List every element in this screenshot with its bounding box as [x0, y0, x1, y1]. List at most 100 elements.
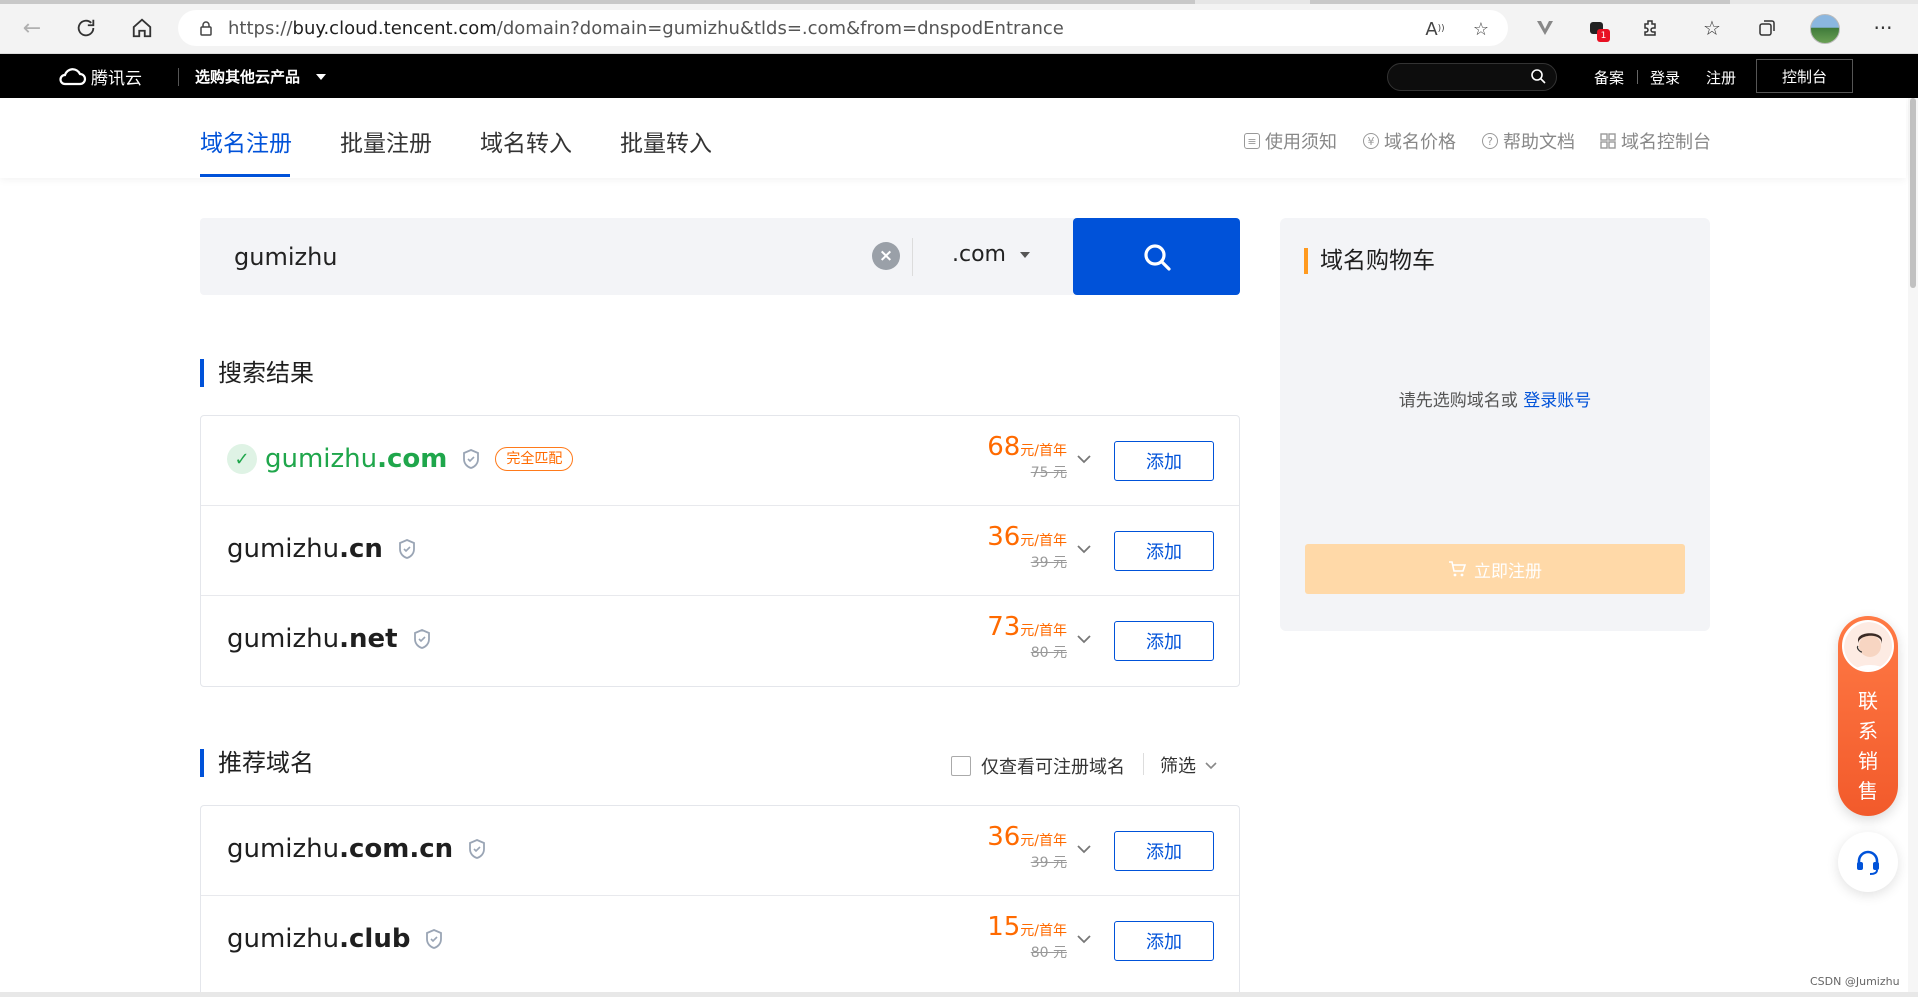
extensions-icon[interactable] [1634, 12, 1668, 44]
domain-search-bar: × .com [200, 218, 1240, 295]
profile-avatar[interactable] [1810, 14, 1840, 44]
checkbox[interactable] [951, 756, 971, 776]
read-aloud-icon[interactable]: A)) [1422, 16, 1448, 42]
shield-icon[interactable] [412, 628, 432, 650]
add-button[interactable]: 添加 [1114, 921, 1214, 961]
shield-icon[interactable] [397, 538, 417, 560]
top-search-input[interactable] [1387, 63, 1557, 91]
domain-search-input[interactable] [232, 242, 752, 272]
contact-sales-widget[interactable]: 联系销售 [1838, 616, 1898, 816]
price: 36元/首年 39 元 [977, 522, 1067, 572]
home-icon[interactable] [124, 12, 160, 44]
help-icon: ? [1482, 133, 1498, 149]
link-usage-notes[interactable]: ≡ 使用须知 [1244, 128, 1337, 154]
customer-support-button[interactable] [1838, 832, 1898, 892]
headset-icon [1857, 850, 1879, 875]
products-label: 选购其他云产品 [195, 68, 301, 86]
register-now-button[interactable]: 立即注册 [1305, 544, 1685, 594]
nav-link-login[interactable]: 登录 [1650, 67, 1680, 88]
filter-dropdown[interactable]: 筛选 [1160, 752, 1218, 778]
cart-icon [1449, 561, 1466, 577]
tab-bulk-transfer[interactable]: 批量转入 [620, 124, 712, 158]
chevron-down-icon[interactable] [1075, 840, 1093, 858]
search-divider [912, 238, 913, 276]
chevron-down-icon[interactable] [1075, 630, 1093, 648]
filter-label: 筛选 [1160, 756, 1196, 777]
link-help-docs[interactable]: ? 帮助文档 [1482, 128, 1575, 154]
price-value: 15 [987, 912, 1021, 942]
products-menu[interactable]: 选购其他云产品 [195, 66, 327, 87]
console-button[interactable]: 控制台 [1756, 59, 1853, 93]
yen-icon: ¥ [1363, 133, 1379, 149]
search-results-list: ✓ gumizhu .com 完全匹配 68元/首年 75 元 添加 gumizh… [200, 415, 1240, 687]
url-text: https://buy.cloud.tencent.com/domain?dom… [228, 17, 1064, 39]
recommended-title: 推荐域名 [200, 749, 314, 777]
browser-tab-2[interactable] [1310, 0, 1730, 4]
domain-tld: .cn [339, 534, 383, 564]
clear-icon[interactable]: × [872, 242, 900, 270]
checkbox-label: 仅查看可注册域名 [981, 757, 1125, 778]
back-icon[interactable]: ← [14, 12, 50, 44]
sales-avatar [1842, 620, 1894, 672]
favorites-icon[interactable]: ☆ [1695, 12, 1729, 44]
refresh-icon[interactable] [68, 12, 104, 44]
login-account-link[interactable]: 登录账号 [1523, 391, 1591, 411]
add-button[interactable]: 添加 [1114, 441, 1214, 481]
tencent-cloud-logo[interactable]: 腾讯云 [57, 64, 142, 89]
link-domain-price[interactable]: ¥ 域名价格 [1363, 128, 1456, 154]
collections-icon[interactable] [1750, 12, 1784, 44]
page-bottom-edge [0, 992, 1918, 997]
browser-tab[interactable] [0, 0, 1195, 4]
tab-domain-transfer[interactable]: 域名转入 [480, 124, 572, 158]
watermark: CSDN @Jumizhu [1810, 975, 1900, 988]
address-bar[interactable]: https://buy.cloud.tencent.com/domain?dom… [178, 10, 1508, 46]
chevron-down-icon [1205, 762, 1217, 770]
chevron-down-icon[interactable] [1075, 540, 1093, 558]
extension-v-icon[interactable] [1528, 12, 1562, 44]
domain-name: gumizhu .club [227, 924, 444, 954]
original-price: 80 元 [1030, 945, 1067, 961]
recommended-list: gumizhu .com.cn 36元/首年 39 元 添加 gumizhu .cl… [200, 805, 1240, 992]
price-value: 36 [987, 822, 1021, 852]
result-row: gumizhu .net 73元/首年 80 元 添加 [201, 596, 1239, 686]
domain-tld: .net [339, 624, 398, 654]
original-price: 75 元 [1030, 465, 1067, 481]
grid-icon [1600, 133, 1616, 149]
domain-base: gumizhu [265, 444, 378, 474]
domain-base: gumizhu [227, 534, 340, 564]
shield-icon[interactable] [424, 928, 444, 950]
more-menu-icon[interactable]: ··· [1866, 12, 1900, 44]
domain-base: gumizhu [227, 624, 340, 654]
search-results-title: 搜索结果 [200, 359, 314, 387]
active-tab-indicator [200, 174, 290, 177]
chevron-down-icon[interactable] [1075, 450, 1093, 468]
search-button[interactable] [1073, 218, 1240, 295]
add-button[interactable]: 添加 [1114, 621, 1214, 661]
link-domain-console[interactable]: 域名控制台 [1600, 128, 1711, 154]
only-available-filter[interactable]: 仅查看可注册域名 [951, 753, 1125, 779]
tab-bulk-register[interactable]: 批量注册 [340, 124, 432, 158]
shield-icon[interactable] [467, 838, 487, 860]
result-row: gumizhu .com.cn 36元/首年 39 元 添加 [201, 806, 1239, 896]
price-unit: 元/首年 [1020, 623, 1067, 639]
chevron-down-icon[interactable] [1075, 930, 1093, 948]
add-button[interactable]: 添加 [1114, 831, 1214, 871]
price-unit: 元/首年 [1020, 923, 1067, 939]
scrollbar-thumb[interactable] [1910, 98, 1916, 288]
price: 36元/首年 39 元 [977, 822, 1067, 872]
cart-empty-text: 请先选购域名或 [1398, 391, 1518, 411]
shield-icon[interactable] [461, 448, 481, 470]
domain-name: gumizhu .net [227, 624, 432, 654]
nav-link-register[interactable]: 注册 [1706, 67, 1736, 88]
nav-link-beian[interactable]: 备案 [1594, 67, 1624, 88]
tld-select[interactable]: .com [952, 242, 1030, 267]
tab-domain-register[interactable]: 域名注册 [200, 124, 292, 158]
add-button[interactable]: 添加 [1114, 531, 1214, 571]
search-icon[interactable] [1530, 68, 1546, 88]
caret-down-icon [316, 73, 327, 80]
domain-name: gumizhu .cn [227, 534, 417, 564]
exact-match-badge: 完全匹配 [495, 447, 574, 471]
add-favorite-icon[interactable]: ☆ [1468, 16, 1494, 42]
original-price: 39 元 [1030, 855, 1067, 871]
cart-title: 域名购物车 [1304, 248, 1435, 274]
